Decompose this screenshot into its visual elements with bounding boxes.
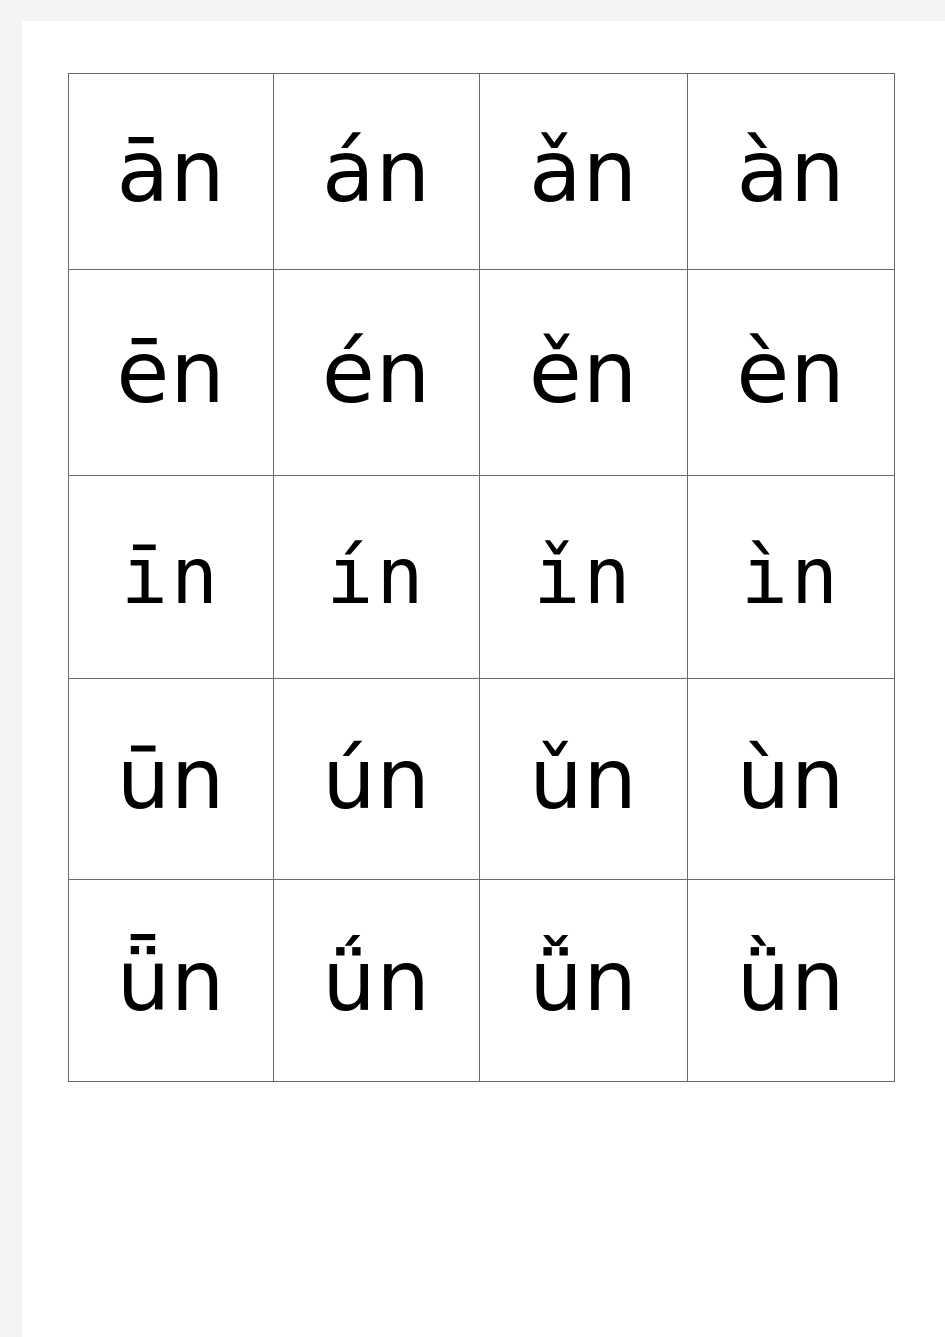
table-row: ǖn ǘn ǚn ǜn [68,879,895,1082]
pinyin-cell-uen-tone4[interactable]: ǜn [687,879,895,1082]
pinyin-cell-in-tone2[interactable]: ín [273,475,480,679]
table-row: ūn ún ǔn ùn [68,678,895,880]
paper-sheet: ān án ǎn àn ēn én ěn èn īn ín ǐn ìn ūn ú… [22,21,945,1337]
pinyin-cell-in-tone1[interactable]: īn [68,475,274,679]
pinyin-cell-uen-tone1[interactable]: ǖn [68,879,274,1082]
table-row: ēn én ěn èn [68,269,895,476]
pinyin-cell-an-tone3[interactable]: ǎn [479,73,688,270]
pinyin-cell-uen-tone2[interactable]: ǘn [273,879,480,1082]
pinyin-cell-en-tone4[interactable]: èn [687,269,895,476]
table-row: ān án ǎn àn [68,73,895,270]
pinyin-cell-un-tone1[interactable]: ūn [68,678,274,880]
pinyin-cell-uen-tone3[interactable]: ǚn [479,879,688,1082]
table-row: īn ín ǐn ìn [68,475,895,679]
pinyin-cell-un-tone4[interactable]: ùn [687,678,895,880]
pinyin-cell-an-tone1[interactable]: ān [68,73,274,270]
pinyin-cell-en-tone3[interactable]: ěn [479,269,688,476]
pinyin-cell-in-tone3[interactable]: ǐn [479,475,688,679]
pinyin-cell-en-tone1[interactable]: ēn [68,269,274,476]
pinyin-cell-in-tone4[interactable]: ìn [687,475,895,679]
pinyin-cell-an-tone2[interactable]: án [273,73,480,270]
pinyin-cell-un-tone2[interactable]: ún [273,678,480,880]
pinyin-cell-en-tone2[interactable]: én [273,269,480,476]
pinyin-cell-un-tone3[interactable]: ǔn [479,678,688,880]
pinyin-tone-grid: ān án ǎn àn ēn én ěn èn īn ín ǐn ìn ūn ú… [68,73,895,1082]
pinyin-cell-an-tone4[interactable]: àn [687,73,895,270]
